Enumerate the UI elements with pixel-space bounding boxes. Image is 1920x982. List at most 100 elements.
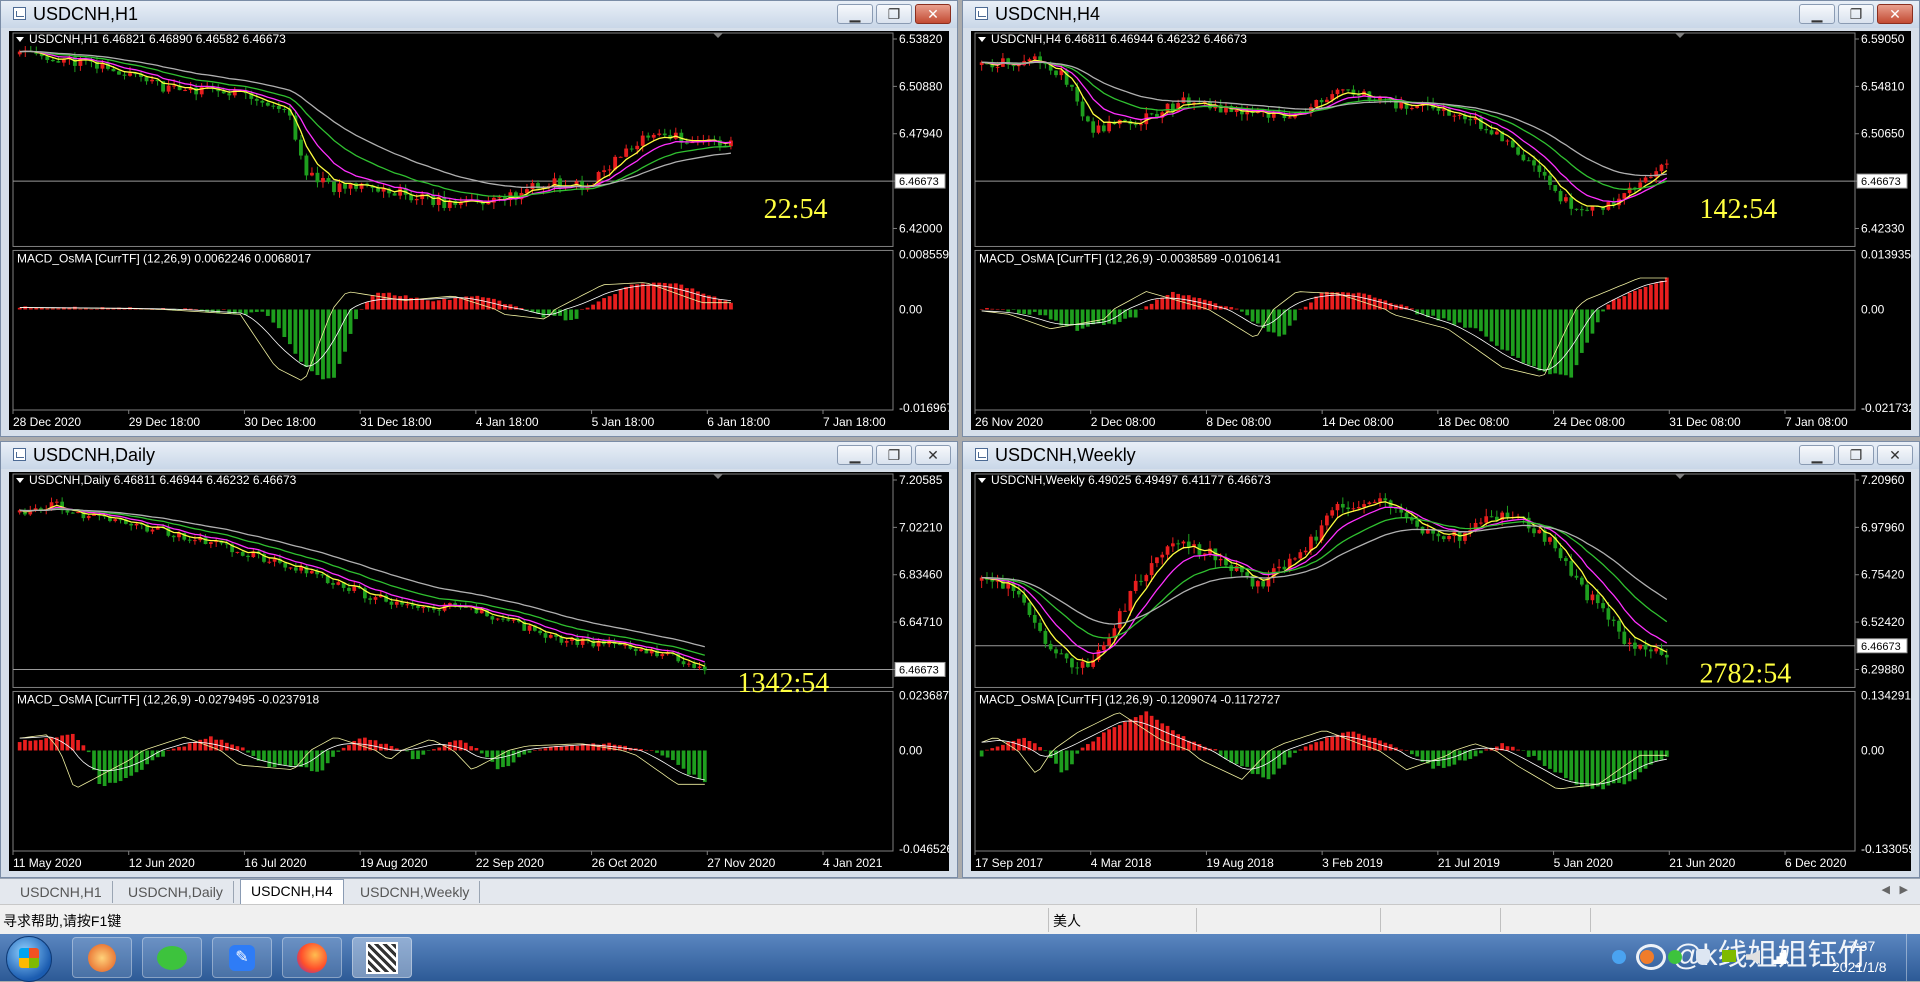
osc-histogram-bar — [182, 746, 187, 751]
taskbar-app-firefox[interactable] — [282, 937, 342, 978]
price-axis-label: 6.83460 — [899, 568, 943, 582]
maximize-button[interactable]: ❐ — [1838, 4, 1874, 24]
time-axis-label: 11 May 2020 — [13, 856, 82, 870]
start-button[interactable] — [6, 936, 52, 982]
minimize-button[interactable]: ▁ — [837, 445, 873, 465]
osc-histogram-bar — [108, 750, 112, 783]
chart-area[interactable]: 6.590506.548106.506506.466736.423306.466… — [971, 31, 1911, 430]
price-pane[interactable] — [12, 473, 894, 688]
chart-area[interactable]: 7.205857.022106.834606.647106.466736.466… — [9, 472, 949, 871]
time-axis-label: 4 Jan 2021 — [823, 856, 883, 870]
osc-histogram-bar — [635, 284, 640, 310]
shift-marker-icon[interactable] — [1675, 474, 1685, 479]
price-candle — [347, 587, 351, 591]
price-candle — [1638, 644, 1643, 649]
tray-icon[interactable] — [1612, 950, 1626, 964]
oscillator-pane[interactable] — [12, 690, 894, 852]
osc-histogram-bar — [1558, 309, 1563, 375]
close-button[interactable]: ✕ — [1877, 4, 1913, 24]
collapse-arrow-icon[interactable] — [16, 478, 24, 483]
osc-histogram-bar — [717, 299, 722, 310]
taskbar-app-notes[interactable]: ✎ — [212, 937, 272, 978]
close-button[interactable]: ✕ — [1877, 445, 1913, 465]
chart-window-h4[interactable]: USDCNH,H4 ▁ ❐ ✕ 6.59050 6.54810 6.50650 6.4… — [962, 0, 1920, 437]
osc-axis-label: -0.0217328 — [1861, 401, 1911, 415]
price-candle — [1627, 187, 1632, 194]
osc-histogram-bar — [1553, 750, 1558, 773]
status-divider — [1380, 908, 1381, 932]
taskbar-app-terminal[interactable] — [352, 937, 412, 978]
osc-histogram-bar — [574, 309, 579, 319]
osc-histogram-bar — [1436, 309, 1441, 321]
tab-scroll-right-icon[interactable]: ▶ — [1900, 883, 1908, 896]
status-divider — [1048, 908, 1049, 932]
maximize-button[interactable]: ❐ — [1838, 445, 1874, 465]
oscillator-pane[interactable] — [12, 249, 894, 411]
title-bar[interactable]: USDCNH,Daily ▁ ❐ ✕ — [1, 442, 957, 469]
tab-usdcnh-daily[interactable]: USDCNH,Daily — [118, 881, 234, 903]
minimize-button[interactable]: ▁ — [837, 4, 873, 24]
close-button[interactable]: ✕ — [915, 4, 951, 24]
symbol-info-line: USDCNH,H1 6.46821 6.46890 6.46582 6.4667… — [29, 32, 286, 46]
chart-window-weekly[interactable]: USDCNH,Weekly ▁ ❐ ✕ 7.20960 6.97960 6.7542… — [962, 441, 1920, 878]
shift-marker-icon[interactable] — [713, 33, 723, 38]
chart-window-daily[interactable]: USDCNH,Daily ▁ ❐ ✕ 7.20585 7.02210 6.83460… — [0, 441, 958, 878]
oscillator-pane[interactable] — [974, 690, 1856, 852]
price-candle — [1548, 537, 1552, 542]
chart-window-h1[interactable]: USDCNH,H1 ▁ ❐ ✕ 6.53820 6.50880 6.47940 6.4… — [0, 0, 958, 437]
close-button[interactable]: ✕ — [915, 445, 951, 465]
title-bar[interactable]: USDCNH,H4 ▁ ❐ ✕ — [963, 1, 1919, 28]
osc-histogram-bar — [1388, 302, 1393, 310]
tab-usdcnh-weekly[interactable]: USDCNH,Weekly — [350, 881, 481, 903]
price-chart-svg[interactable]: 7.20960 6.97960 6.75420 6.52420 6.29880 6.466… — [971, 472, 1911, 871]
osc-histogram-bar — [585, 307, 590, 310]
price-candle — [1649, 649, 1653, 652]
osc-histogram-bar — [1383, 300, 1388, 310]
price-chart-svg[interactable]: 6.538206.508806.479406.449406.420006.466… — [9, 31, 949, 430]
tab-usdcnh-h4[interactable]: USDCNH,H4 — [240, 879, 344, 904]
clock-time[interactable]: 7:37 — [1848, 938, 1875, 954]
osc-histogram-bar — [1139, 309, 1143, 310]
maximize-button[interactable]: ❐ — [876, 4, 912, 24]
collapse-arrow-icon[interactable] — [16, 37, 24, 42]
tab-usdcnh-h1[interactable]: USDCNH,H1 — [10, 881, 113, 903]
show-desktop-button[interactable] — [1906, 934, 1920, 981]
osc-histogram-bar — [1654, 750, 1659, 762]
osc-histogram-bar — [447, 299, 452, 310]
chart-area[interactable]: 6.538206.508806.479406.449406.420006.466… — [9, 31, 949, 430]
tray-icon[interactable] — [1640, 950, 1654, 964]
price-pane[interactable] — [974, 473, 1856, 688]
taskbar-app-browser[interactable] — [72, 937, 132, 978]
title-bar[interactable]: USDCNH,H1 ▁ ❐ ✕ — [1, 1, 957, 28]
time-axis-label: 26 Nov 2020 — [975, 415, 1043, 429]
tab-scroll-left-icon[interactable]: ◀ — [1882, 883, 1890, 896]
time-axis-label: 24 Dec 08:00 — [1554, 415, 1626, 429]
tray-icon[interactable] — [1668, 950, 1682, 964]
shift-marker-icon[interactable] — [1675, 33, 1685, 38]
clock-date[interactable]: 2021/1/8 — [1832, 959, 1887, 975]
taskbar-app-wechat[interactable] — [142, 937, 202, 978]
minimize-button[interactable]: ▁ — [1799, 4, 1835, 24]
minimize-button[interactable]: ▁ — [1799, 445, 1835, 465]
ma-fast-line — [981, 59, 1668, 208]
price-candle — [405, 604, 410, 606]
oscillator-pane[interactable] — [974, 249, 1856, 411]
flag-icon[interactable] — [1722, 950, 1736, 962]
title-bar[interactable]: USDCNH,Weekly ▁ ❐ ✕ — [963, 442, 1919, 469]
maximize-button[interactable]: ❐ — [876, 445, 912, 465]
shift-marker-icon[interactable] — [713, 474, 723, 479]
collapse-arrow-icon[interactable] — [978, 37, 986, 42]
osc-histogram-bar — [1542, 750, 1547, 766]
price-chart-svg[interactable]: 6.590506.548106.506506.466736.423306.466… — [971, 31, 1911, 430]
price-candle — [113, 519, 118, 522]
osc-histogram-bar — [532, 750, 537, 751]
price-candle — [54, 501, 59, 503]
price-candle — [1579, 209, 1584, 211]
price-candle — [1064, 653, 1069, 659]
price-chart-svg[interactable]: 7.205857.022106.834606.647106.466736.466… — [9, 472, 949, 871]
chart-area[interactable]: 7.20960 6.97960 6.75420 6.52420 6.29880 6.466… — [971, 472, 1911, 871]
shield-icon[interactable] — [1696, 949, 1710, 965]
price-pane[interactable] — [12, 32, 894, 247]
collapse-arrow-icon[interactable] — [978, 478, 986, 483]
osc-histogram-bar — [1362, 735, 1366, 751]
